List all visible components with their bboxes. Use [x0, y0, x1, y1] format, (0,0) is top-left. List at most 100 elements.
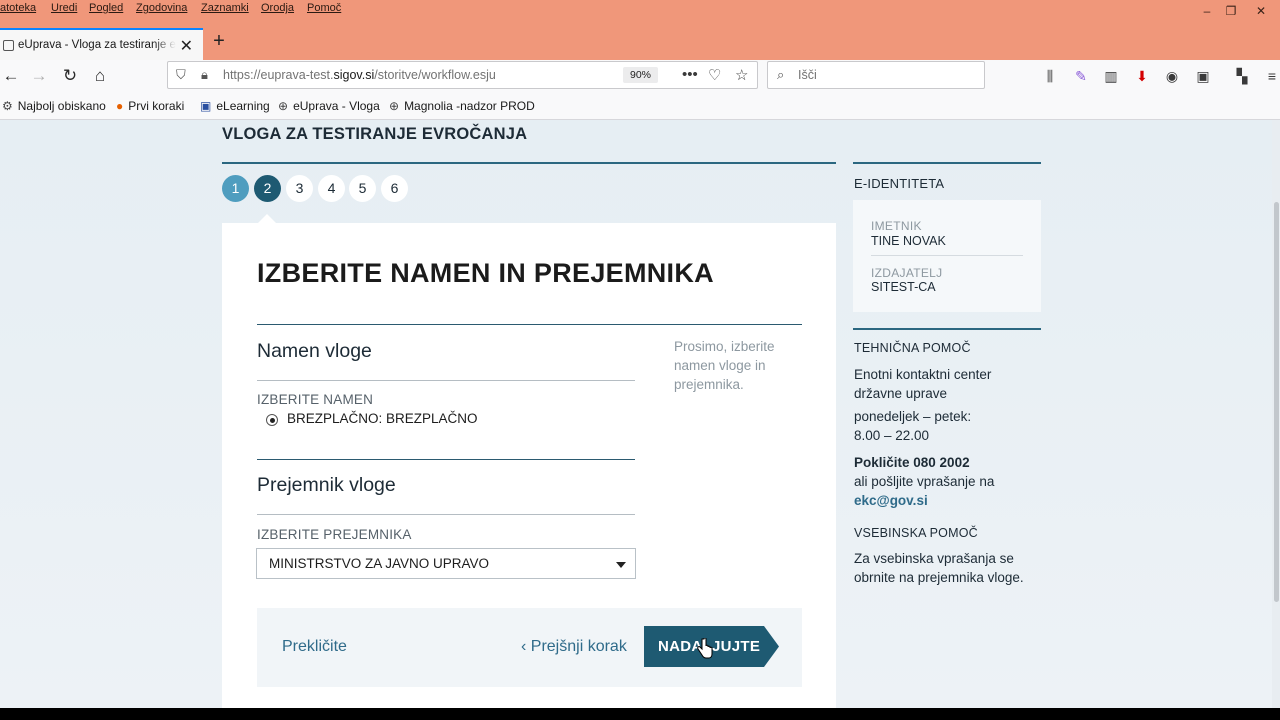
bookmark-magnolia[interactable]: ⊕ Magnolia -nadzor PROD: [389, 99, 535, 113]
url-text: https://euprava-test.sigov.si/storitve/w…: [223, 68, 496, 82]
maximize-icon[interactable]: ❐: [1218, 3, 1244, 19]
help-top-divider: [853, 328, 1041, 330]
bookmark-most-visited[interactable]: ⚙ Najbolj obiskano: [2, 99, 106, 113]
purpose-option-label[interactable]: BREZPLAČNO: BREZPLAČNO: [287, 411, 478, 426]
holder-label: IMETNIK: [871, 219, 922, 233]
purpose-label: IZBERITE NAMEN: [257, 392, 374, 407]
home-icon[interactable]: ⌂: [89, 66, 111, 88]
addons-icon[interactable]: ▚: [1232, 66, 1252, 86]
sidebar-icon[interactable]: ▥: [1101, 66, 1121, 86]
page-content: VLOGA ZA TESTIRANJE EVROČANJA 1 2 3 4 5 …: [0, 120, 1280, 708]
tech-help-or: ali pošljite vprašanje na: [854, 474, 995, 489]
bookmarks-toolbar: ⚙ Najbolj obiskano ● Prvi koraki ▣ eLearnin…: [0, 92, 1280, 120]
download-extension-icon[interactable]: ⬇: [1132, 66, 1152, 86]
issuer-label: IZDAJATELJ: [871, 266, 943, 280]
globe-icon: ⊕: [389, 99, 400, 113]
step-1[interactable]: 1: [222, 175, 249, 202]
menu-tools[interactable]: Orodja: [261, 2, 294, 14]
firefox-icon: ●: [116, 99, 124, 113]
tab-title: eUprava - Vloga za testiranje eV: [18, 39, 176, 51]
heading-divider: [257, 324, 802, 325]
scrollbar-thumb[interactable]: [1274, 202, 1279, 602]
eid-box: IMETNIK TINE NOVAK IZDAJATELJ SITEST-CA: [853, 200, 1041, 312]
previous-step-button[interactable]: ‹ Prejšnji korak: [521, 638, 627, 656]
window-close-icon[interactable]: ✕: [1248, 3, 1274, 19]
recipient-select[interactable]: MINISTRSTVO ZA JAVNO UPRAVO: [256, 548, 636, 579]
forward-icon[interactable]: →: [28, 66, 50, 88]
extension-icon[interactable]: ▣: [1193, 66, 1213, 86]
form-actions: Prekličite ‹ Prejšnji korak NADALJUJTE: [257, 608, 802, 687]
issuer-value: SITEST-CA: [871, 280, 936, 294]
search-placeholder: Išči: [798, 68, 817, 82]
bookmark-euprava[interactable]: ⊕ eUprava - Vloga: [278, 99, 380, 113]
search-icon: ⌕: [777, 67, 785, 82]
zoom-level[interactable]: 90%: [623, 67, 658, 83]
search-input[interactable]: ⌕ Išči: [767, 61, 985, 89]
eid-top-divider: [853, 162, 1041, 164]
content-help-text: Za vsebinska vprašanja se obrnite na pre…: [854, 551, 1024, 585]
eid-title: E-IDENTITETA: [854, 176, 945, 191]
step-2[interactable]: 2: [254, 175, 281, 202]
globe-icon: ⊕: [278, 99, 289, 113]
more-actions-icon[interactable]: •••: [682, 66, 698, 83]
step-4: 4: [318, 175, 345, 202]
page-title: VLOGA ZA TESTIRANJE EVROČANJA: [222, 125, 528, 143]
tech-help-phone: Pokličite 080 2002: [854, 455, 970, 470]
new-tab-icon[interactable]: +: [208, 30, 230, 54]
menu-edit[interactable]: Uredi: [51, 2, 77, 14]
menu-bookmarks[interactable]: Zaznamki: [201, 2, 249, 14]
screen-bottom-edge: [0, 708, 1280, 720]
purpose-divider: [257, 380, 635, 381]
menu-history[interactable]: Zgodovina: [136, 2, 187, 14]
purpose-radio[interactable]: [266, 414, 278, 426]
content-help-title: VSEBINSKA POMOČ: [854, 526, 978, 540]
holder-value: TINE NOVAK: [871, 234, 946, 248]
elearning-icon: ▣: [200, 99, 212, 113]
library-icon[interactable]: ⫼: [1040, 66, 1060, 86]
minimize-icon[interactable]: –: [1194, 3, 1220, 19]
recipient-top-divider: [257, 459, 635, 460]
cancel-button[interactable]: Prekličite: [282, 638, 347, 656]
menu-bar: atoteka Uredi Pogled Zgodovina Zaznamki …: [0, 0, 1280, 22]
account-icon[interactable]: ◉: [1162, 66, 1182, 86]
recipient-divider: [257, 514, 635, 515]
form-hint: Prosimo, izberite namen vloge in prejemn…: [674, 339, 775, 392]
tech-help-hours: ponedeljek – petek: 8.00 – 22.00: [854, 409, 972, 443]
shield-icon[interactable]: ⛉: [176, 67, 186, 83]
recipient-selected-value: MINISTRSTVO ZA JAVNO UPRAVO: [269, 556, 490, 571]
url-bar[interactable]: ⛉ 🔒︎ https://euprava-test.sigov.si/stori…: [167, 61, 758, 89]
bookmark-star-icon[interactable]: ☆: [735, 66, 748, 84]
purpose-section-title: Namen vloge: [257, 340, 372, 362]
recipient-label: IZBERITE PREJEMNIKA: [257, 527, 412, 542]
lock-icon[interactable]: 🔒︎: [201, 67, 208, 83]
tech-help-email-link[interactable]: ekc@gov.si: [854, 491, 1029, 510]
chevron-left-icon: ‹: [521, 638, 527, 655]
menu-file[interactable]: atoteka: [0, 2, 36, 14]
menu-help[interactable]: Pomoč: [307, 2, 341, 14]
recipient-section-title: Prejemnik vloge: [257, 474, 396, 496]
eid-separator: [871, 255, 1023, 256]
reload-icon[interactable]: ↻: [59, 66, 81, 88]
navigation-toolbar: ← → ↻ ⌂ ⛉ 🔒︎ https://euprava-test.sigov.…: [0, 60, 1280, 92]
previous-step-label: Prejšnji korak: [530, 638, 627, 655]
back-icon[interactable]: ←: [0, 66, 22, 88]
hand-cursor-icon: [697, 638, 713, 659]
page-icon: [3, 40, 14, 51]
title-divider: [222, 162, 836, 164]
page-scrollbar[interactable]: [1272, 120, 1280, 708]
tech-help-title: TEHNIČNA POMOČ: [854, 341, 971, 355]
tab-euprava[interactable]: eUprava - Vloga za testiranje eV ✕: [0, 28, 203, 60]
menu-view[interactable]: Pogled: [89, 2, 123, 14]
hamburger-menu-icon[interactable]: ≡: [1262, 66, 1280, 86]
feather-icon[interactable]: ✎: [1071, 66, 1091, 86]
step-5: 5: [349, 175, 376, 202]
gear-icon: ⚙: [2, 99, 13, 113]
pocket-icon[interactable]: ♡: [708, 66, 721, 84]
form-card: IZBERITE NAMEN IN PREJEMNIKA Prosimo, iz…: [222, 223, 836, 708]
bookmark-elearning[interactable]: ▣ eLearning: [200, 99, 270, 113]
tab-close-icon[interactable]: ✕: [180, 36, 193, 56]
bookmark-getting-started[interactable]: ● Prvi koraki: [116, 99, 184, 113]
step-6: 6: [381, 175, 408, 202]
tech-help-center: Enotni kontaktni center državne uprave: [854, 367, 992, 401]
chevron-down-icon: [616, 562, 626, 568]
